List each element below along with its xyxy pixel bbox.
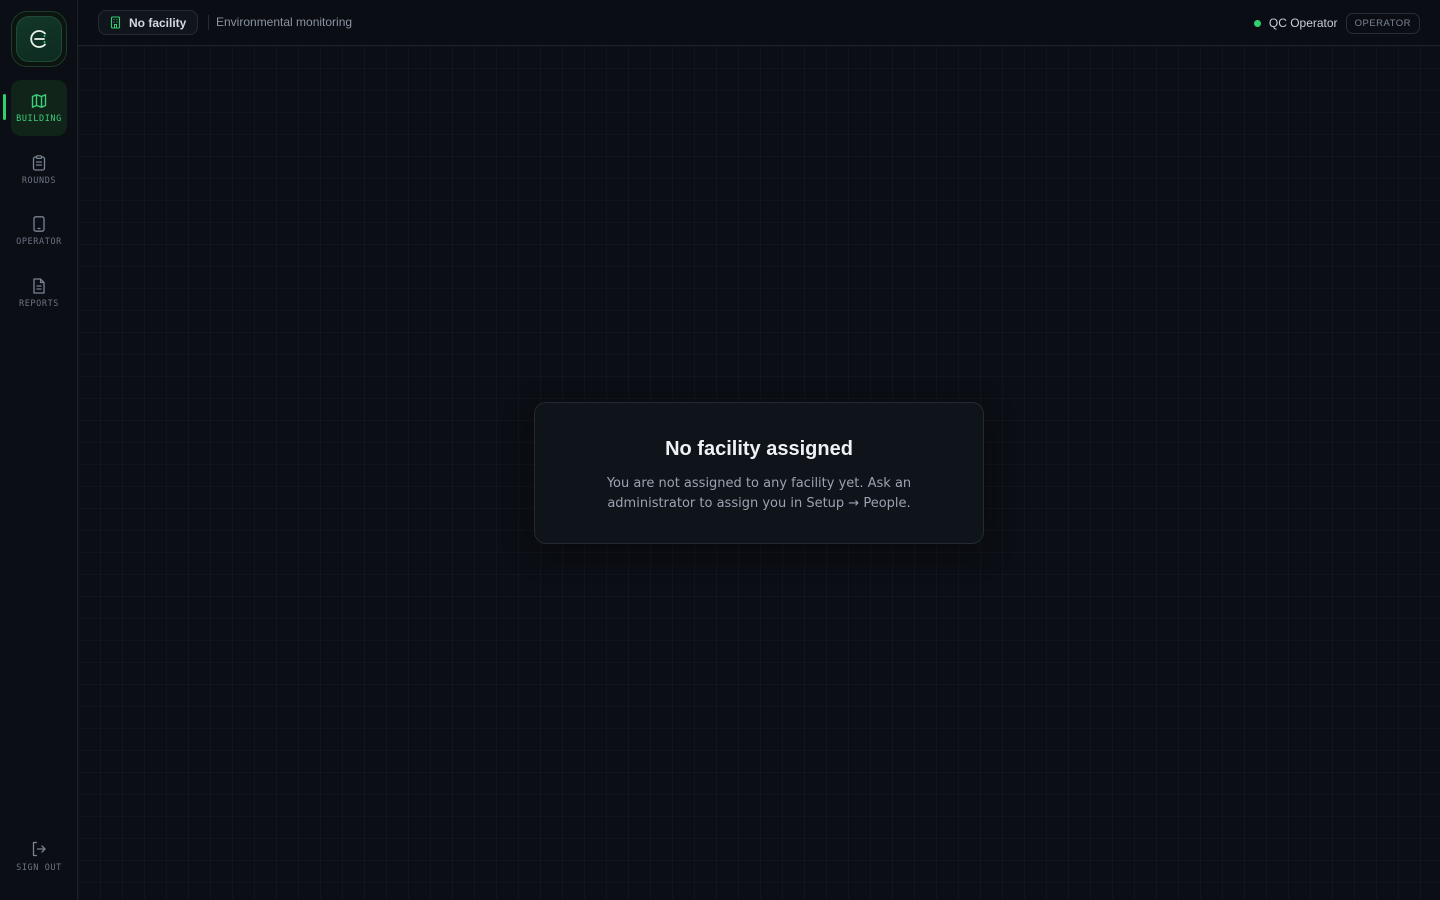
app-logo[interactable]	[11, 11, 67, 67]
main-content: No facility assigned You are not assigne…	[78, 46, 1440, 900]
role-badge: OPERATOR	[1345, 12, 1420, 34]
sidebar-item-label: ROUNDS	[21, 176, 57, 186]
sidebar-item-reports[interactable]: REPORTS	[11, 265, 67, 321]
building-icon	[110, 16, 121, 29]
tablet-icon	[33, 216, 45, 232]
logo-mark	[16, 16, 62, 62]
clipboard-icon	[32, 155, 46, 171]
sidebar-item-building[interactable]: BUILDING	[11, 80, 67, 136]
sidebar-item-label: OPERATOR	[16, 237, 62, 247]
sidebar: BUILDING ROUNDS OPERATOR REPORTS SIGN OU…	[0, 0, 78, 900]
empty-state-message: You are not assigned to any facility yet…	[606, 476, 912, 511]
sidebar-item-label: REPORTS	[18, 299, 60, 309]
user-name: QC Operator	[1268, 16, 1338, 30]
sidebar-item-rounds[interactable]: ROUNDS	[11, 142, 67, 198]
sidebar-item-operator[interactable]: OPERATOR	[11, 203, 67, 259]
logo-icon	[30, 30, 46, 48]
header-divider	[208, 15, 209, 30]
top-bar: No facility Environmental monitoring QC …	[78, 0, 1440, 46]
app-root: BUILDING ROUNDS OPERATOR REPORTS SIGN OU…	[0, 0, 1440, 900]
sign-out-label: SIGN OUT	[16, 862, 62, 873]
document-icon	[33, 278, 45, 294]
sidebar-item-label: BUILDING	[16, 114, 62, 124]
status-dot-icon	[1253, 19, 1261, 27]
empty-state-title: No facility assigned	[665, 438, 853, 460]
user-menu[interactable]: QC Operator OPERATOR	[1253, 12, 1420, 34]
empty-state-card: No facility assigned You are not assigne…	[534, 402, 984, 544]
sign-out-button[interactable]: SIGN OUT	[11, 830, 67, 882]
facility-label: No facility	[129, 15, 187, 30]
app-subtitle: Environmental monitoring	[216, 15, 353, 29]
facility-selector[interactable]: No facility	[98, 10, 199, 35]
map-icon	[31, 94, 47, 108]
logout-icon	[32, 841, 46, 856]
active-indicator	[3, 94, 6, 120]
